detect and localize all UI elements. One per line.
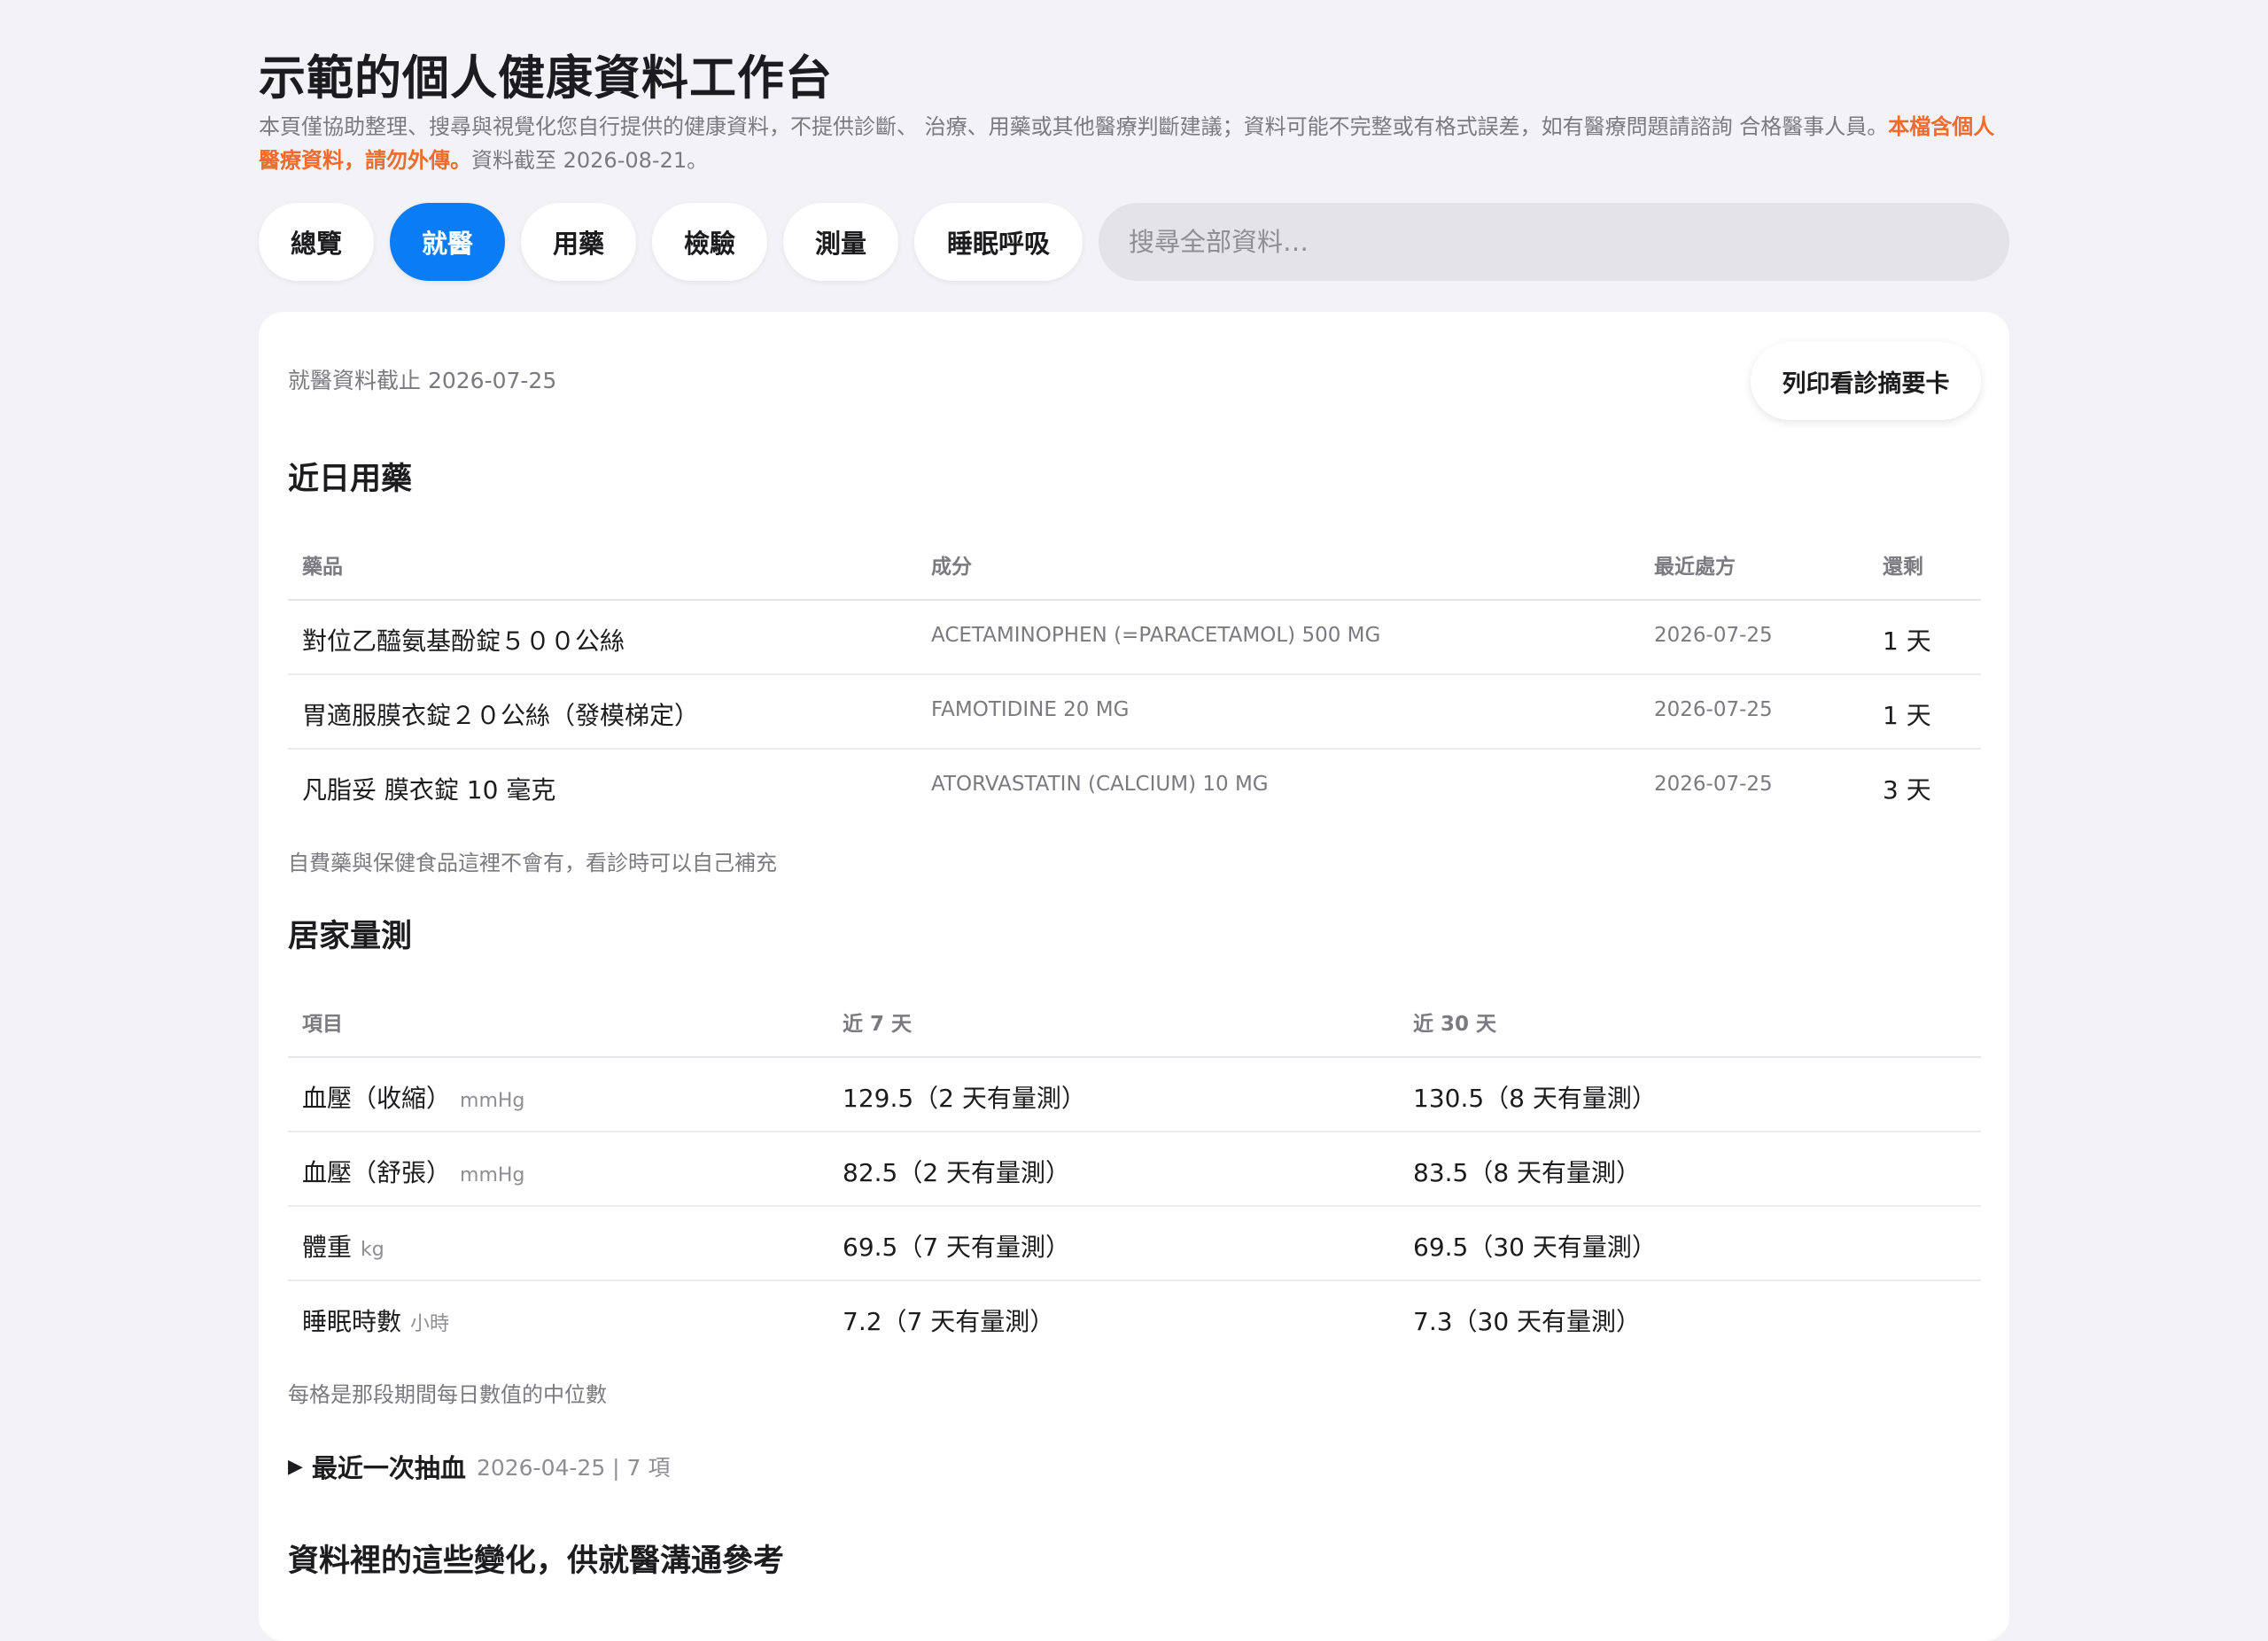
measure-30d: 7.3（30 天有量測）	[1413, 1307, 1642, 1336]
drug-ingredient: ATORVASTATIN (CALCIUM) 10 MG	[931, 773, 1269, 796]
measure-7d: 82.5（2 天有量測）	[843, 1158, 1071, 1187]
measure-30d: 69.5（30 天有量測）	[1413, 1233, 1657, 1262]
measure-name: 血壓（舒張）	[302, 1158, 452, 1187]
meds-note: 自費藥與保健食品這裡不會有，看診時可以自己補充	[288, 851, 777, 875]
print-summary-button[interactable]: 列印看診摘要卡	[1751, 342, 1981, 420]
drug-last-rx: 2026-07-25	[1654, 624, 1773, 647]
table-row: 血壓（舒張） mmHg 82.5（2 天有量測） 83.5（8 天有量測）	[288, 1132, 1981, 1207]
meds-table: 藥品 成分 最近處方 還剩 對位乙醯氨基酚錠５００公絲 ACETAMINOPHE…	[288, 526, 1981, 822]
drug-remaining: 3 天	[1883, 775, 1931, 805]
measure-item: 血壓（舒張） mmHg	[302, 1154, 524, 1189]
measure-name: 體重	[302, 1233, 353, 1262]
disclaimer-text: 本頁僅協助整理、搜尋與視覺化您自行提供的健康資料，不提供診斷、 治療、用藥或其他…	[259, 114, 1889, 139]
measure-30d: 130.5（8 天有量測）	[1413, 1084, 1657, 1113]
drug-name: 對位乙醯氨基酚錠５００公絲	[302, 626, 625, 656]
measure-7d: 7.2（7 天有量測）	[843, 1307, 1055, 1336]
tab-overview[interactable]: 總覽	[259, 203, 374, 281]
col-item: 項目	[302, 1013, 343, 1036]
search-input[interactable]	[1099, 203, 2009, 281]
tab-medications[interactable]: 用藥	[521, 203, 636, 281]
drug-name: 凡脂妥 膜衣錠 10 毫克	[302, 775, 556, 805]
col-7d: 近 7 天	[843, 1013, 913, 1036]
drug-name: 胃適服膜衣錠２０公絲（發模梯定）	[302, 701, 700, 730]
col-remaining: 還剩	[1883, 556, 1923, 579]
measure-unit: mmHg	[460, 1164, 525, 1186]
measure-name: 血壓（收縮）	[302, 1084, 452, 1113]
table-row: 血壓（收縮） mmHg 129.5（2 天有量測） 130.5（8 天有量測）	[288, 1058, 1981, 1132]
measure-unit: 小時	[410, 1313, 450, 1335]
table-row: 體重 kg 69.5（7 天有量測） 69.5（30 天有量測）	[288, 1207, 1981, 1281]
home-measure-table: 項目 近 7 天 近 30 天 血壓（收縮） mmHg 129.5（2 天有量測）…	[288, 984, 1981, 1354]
measure-unit: mmHg	[460, 1090, 525, 1112]
measure-item: 血壓（收縮） mmHg	[302, 1079, 524, 1115]
drug-last-rx: 2026-07-25	[1654, 773, 1773, 796]
home-table-header: 項目 近 7 天 近 30 天	[288, 984, 1981, 1058]
measure-7d: 129.5（2 天有量測）	[843, 1084, 1086, 1113]
col-ingredient: 成分	[931, 556, 972, 579]
drug-ingredient: ACETAMINOPHEN (=PARACETAMOL) 500 MG	[931, 624, 1381, 647]
table-row: 胃適服膜衣錠２０公絲（發模梯定） FAMOTIDINE 20 MG 2026-0…	[288, 675, 1981, 750]
visit-card	[259, 312, 2009, 1641]
measure-unit: kg	[361, 1239, 384, 1261]
visit-data-date: 就醫資料截止 2026-07-25	[288, 368, 557, 393]
measure-name: 睡眠時數	[302, 1307, 402, 1336]
table-row: 對位乙醯氨基酚錠５００公絲 ACETAMINOPHEN (=PARACETAMO…	[288, 601, 1981, 675]
drug-ingredient: FAMOTIDINE 20 MG	[931, 698, 1130, 721]
drug-remaining: 1 天	[1883, 701, 1931, 730]
meds-table-header: 藥品 成分 最近處方 還剩	[288, 526, 1981, 601]
col-30d: 近 30 天	[1413, 1013, 1497, 1036]
measure-item: 睡眠時數 小時	[302, 1303, 449, 1338]
latest-blood-draw-toggle[interactable]: ▶ 最近一次抽血 2026-04-25 | 7 項	[288, 1448, 670, 1485]
home-measure-note: 每格是那段期間每日數值的中位數	[288, 1382, 607, 1407]
drug-last-rx: 2026-07-25	[1654, 698, 1773, 721]
tab-visits[interactable]: 就醫	[390, 203, 505, 281]
col-last-rx: 最近處方	[1654, 556, 1736, 579]
table-row: 睡眠時數 小時 7.2（7 天有量測） 7.3（30 天有量測）	[288, 1281, 1981, 1354]
changes-heading: 資料裡的這些變化，供就醫溝通參考	[288, 1544, 785, 1579]
disclosure-triangle-icon: ▶	[288, 1455, 303, 1478]
home-measure-heading: 居家量測	[288, 919, 413, 954]
page-title: 示範的個人健康資料工作台	[259, 51, 833, 105]
blood-draw-meta: 2026-04-25 | 7 項	[476, 1455, 671, 1481]
measure-30d: 83.5（8 天有量測）	[1413, 1158, 1642, 1187]
col-drug: 藥品	[302, 556, 343, 579]
measure-7d: 69.5（7 天有量測）	[843, 1233, 1071, 1262]
tab-measurements[interactable]: 測量	[783, 203, 898, 281]
drug-remaining: 1 天	[1883, 626, 1931, 656]
measure-item: 體重 kg	[302, 1228, 384, 1264]
data-date: 資料截至 2026-08-21。	[471, 148, 709, 173]
blood-draw-label: 最近一次抽血	[311, 1453, 466, 1483]
tab-bar: 總覽 就醫 用藥 檢驗 測量 睡眠呼吸	[259, 203, 2009, 281]
tab-labs[interactable]: 檢驗	[652, 203, 767, 281]
table-row: 凡脂妥 膜衣錠 10 毫克 ATORVASTATIN (CALCIUM) 10 …	[288, 750, 1981, 822]
recent-meds-heading: 近日用藥	[288, 462, 413, 497]
disclaimer-notice: 本頁僅協助整理、搜尋與視覺化您自行提供的健康資料，不提供診斷、 治療、用藥或其他…	[259, 110, 2009, 177]
tab-sleep-breathing[interactable]: 睡眠呼吸	[914, 203, 1083, 281]
